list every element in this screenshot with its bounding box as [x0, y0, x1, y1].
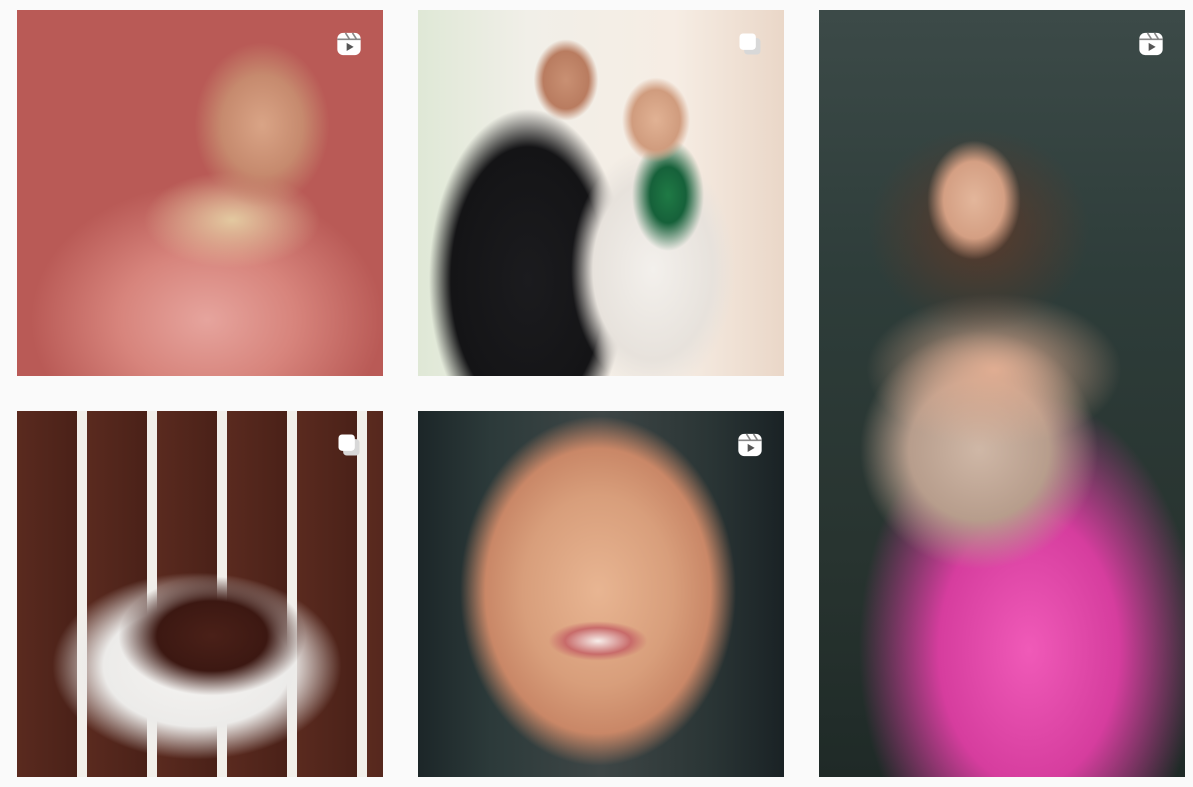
post-thumbnail: [418, 411, 784, 777]
post-thumbnail: [418, 10, 784, 376]
post-tile-couple-carousel[interactable]: [418, 10, 784, 376]
post-tile-chocolate-cake-carousel[interactable]: [17, 411, 383, 777]
post-thumbnail: [819, 10, 1185, 777]
post-tile-bride-reel[interactable]: [17, 10, 383, 376]
carousel-icon: [335, 431, 363, 459]
post-tile-smile-reel[interactable]: [418, 411, 784, 777]
reel-icon: [736, 431, 764, 459]
profile-post-grid: [0, 0, 1193, 787]
carousel-icon: [736, 30, 764, 58]
reel-icon: [1137, 30, 1165, 58]
post-thumbnail: [17, 10, 383, 376]
post-thumbnail: [17, 411, 383, 777]
post-tile-pink-saree-reel[interactable]: [819, 10, 1185, 777]
reel-icon: [335, 30, 363, 58]
